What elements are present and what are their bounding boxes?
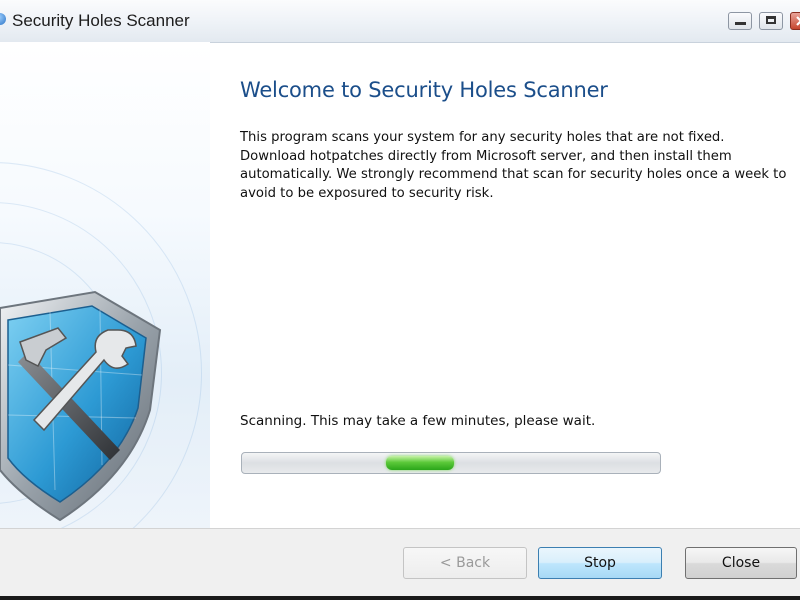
installer-window: Security Holes Scanner Welcome to Securi… [0,0,800,600]
button-bar: < Back Stop Close [0,528,800,600]
description-line: Download hotpatches directly from Micros… [240,148,732,164]
minimize-button[interactable] [728,12,752,30]
shield-hammer-wrench-icon [0,290,165,528]
title-bar[interactable]: Security Holes Scanner [0,0,800,43]
close-button[interactable]: Close [685,547,797,579]
description-line: automatically. We strongly recommend tha… [240,167,787,182]
side-banner [0,42,210,528]
minimize-icon [735,22,746,25]
description-line: This program scans your system for any s… [240,130,725,145]
status-text: Scanning. This may take a few minutes, p… [240,413,596,429]
back-button[interactable]: < Back [403,547,527,579]
maximize-icon [766,16,776,24]
description-line: avoid to be exposured to security risk. [240,185,494,201]
close-icon [796,16,800,26]
description: This program scans your system for any s… [240,129,800,203]
progress-marquee [386,456,454,470]
bottom-edge [0,596,800,600]
progress-bar [241,452,661,474]
close-window-button[interactable] [790,12,800,30]
stop-button[interactable]: Stop [538,547,662,579]
window-title: Security Holes Scanner [12,11,190,30]
page-heading: Welcome to Security Holes Scanner [240,78,608,102]
maximize-button[interactable] [759,12,783,30]
app-icon [0,13,6,25]
